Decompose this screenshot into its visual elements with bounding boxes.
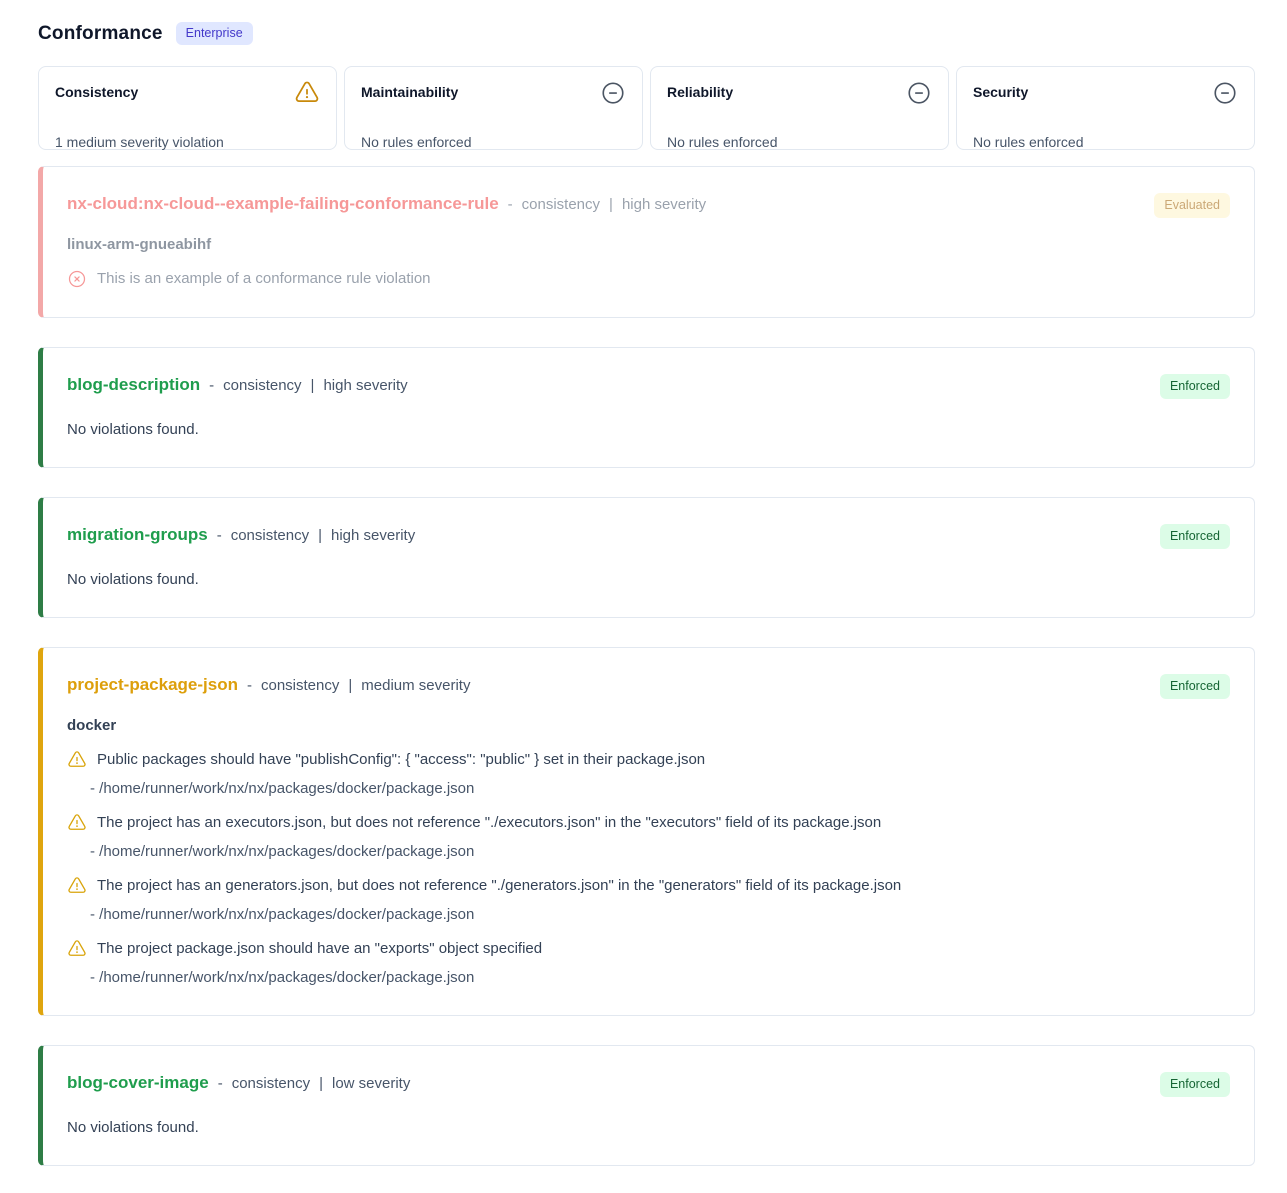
summary-card-title: Reliability — [667, 80, 733, 101]
summary-card-title: Consistency — [55, 80, 138, 101]
meta-pipe: | — [609, 196, 613, 213]
violation-message: The project package.json should have an … — [97, 938, 542, 960]
warning-triangle-icon — [67, 939, 87, 959]
no-violations-text: No violations found. — [67, 570, 1230, 590]
summary-card-status: No rules enforced — [361, 133, 626, 151]
summary-cards-row: Consistency 1 medium severity violation … — [38, 66, 1255, 150]
summary-card-consistency: Consistency 1 medium severity violation — [38, 66, 337, 150]
rule-name: project-package-json — [67, 674, 238, 696]
violation-message: The project has an generators.json, but … — [97, 875, 901, 897]
rule-card-migration-groups: migration-groups - consistency | high se… — [38, 497, 1255, 618]
no-violations-text: No violations found. — [67, 1118, 1230, 1138]
meta-pipe: | — [319, 1075, 323, 1092]
warning-triangle-icon — [67, 750, 87, 770]
rule-category: consistency — [232, 1075, 310, 1092]
meta-dash: - — [217, 527, 222, 544]
project-name: docker — [67, 716, 1230, 736]
rule-severity: low severity — [332, 1075, 410, 1092]
violation-path: - /home/runner/work/nx/nx/packages/docke… — [90, 905, 1230, 925]
meta-pipe: | — [348, 677, 352, 694]
summary-card-title: Maintainability — [361, 80, 458, 101]
rule-category: consistency — [231, 527, 309, 544]
warning-triangle-icon — [67, 813, 87, 833]
meta-dash: - — [247, 677, 252, 694]
page-header: Conformance Enterprise — [38, 22, 1255, 45]
rule-card-example-failing-conformance-rule: nx-cloud:nx-cloud--example-failing-confo… — [38, 166, 1255, 318]
rule-card-project-package-json: project-package-json - consistency | med… — [38, 647, 1255, 1016]
rule-severity: high severity — [622, 196, 706, 213]
rule-category: consistency — [223, 377, 301, 394]
warning-triangle-icon — [67, 876, 87, 896]
meta-pipe: | — [311, 377, 315, 394]
rule-card-blog-cover-image: blog-cover-image - consistency | low sev… — [38, 1045, 1255, 1166]
project-name: linux-arm-gnueabihf — [67, 235, 1230, 255]
violation-message: Public packages should have "publishConf… — [97, 749, 705, 771]
rule-card-blog-description: blog-description - consistency | high se… — [38, 347, 1255, 468]
violation-message: The project has an executors.json, but d… — [97, 812, 881, 834]
summary-card-security: Security No rules enforced — [956, 66, 1255, 150]
warning-triangle-icon — [294, 80, 320, 106]
minus-circle-icon — [600, 80, 626, 106]
minus-circle-icon — [906, 80, 932, 106]
summary-card-status: 1 medium severity violation — [55, 133, 320, 151]
rule-name: nx-cloud:nx-cloud--example-failing-confo… — [67, 193, 499, 215]
meta-pipe: | — [318, 527, 322, 544]
rule-name: blog-description — [67, 374, 200, 396]
violation-message: This is an example of a conformance rule… — [97, 268, 431, 290]
summary-card-maintainability: Maintainability No rules enforced — [344, 66, 643, 150]
violation-path: - /home/runner/work/nx/nx/packages/docke… — [90, 968, 1230, 988]
summary-card-status: No rules enforced — [973, 133, 1238, 151]
conformance-page: Conformance Enterprise Consistency 1 med… — [0, 0, 1287, 1166]
enforced-badge: Enforced — [1160, 1072, 1230, 1097]
meta-dash: - — [218, 1075, 223, 1092]
enforced-badge: Enforced — [1160, 674, 1230, 699]
summary-card-status: No rules enforced — [667, 133, 932, 151]
x-circle-icon — [67, 269, 87, 289]
meta-dash: - — [209, 377, 214, 394]
rule-category: consistency — [261, 677, 339, 694]
enterprise-plan-badge: Enterprise — [176, 22, 253, 45]
violation-path: - /home/runner/work/nx/nx/packages/docke… — [90, 842, 1230, 862]
rule-category: consistency — [522, 196, 600, 213]
page-title: Conformance — [38, 23, 163, 45]
rule-severity: medium severity — [361, 677, 470, 694]
rule-severity: high severity — [331, 527, 415, 544]
summary-card-title: Security — [973, 80, 1028, 101]
summary-card-reliability: Reliability No rules enforced — [650, 66, 949, 150]
rule-name: blog-cover-image — [67, 1072, 209, 1094]
no-violations-text: No violations found. — [67, 420, 1230, 440]
enforced-badge: Enforced — [1160, 374, 1230, 399]
meta-dash: - — [508, 196, 513, 213]
minus-circle-icon — [1212, 80, 1238, 106]
violation-path: - /home/runner/work/nx/nx/packages/docke… — [90, 779, 1230, 799]
enforced-badge: Enforced — [1160, 524, 1230, 549]
rule-severity: high severity — [323, 377, 407, 394]
evaluated-badge: Evaluated — [1154, 193, 1230, 218]
rule-name: migration-groups — [67, 524, 208, 546]
